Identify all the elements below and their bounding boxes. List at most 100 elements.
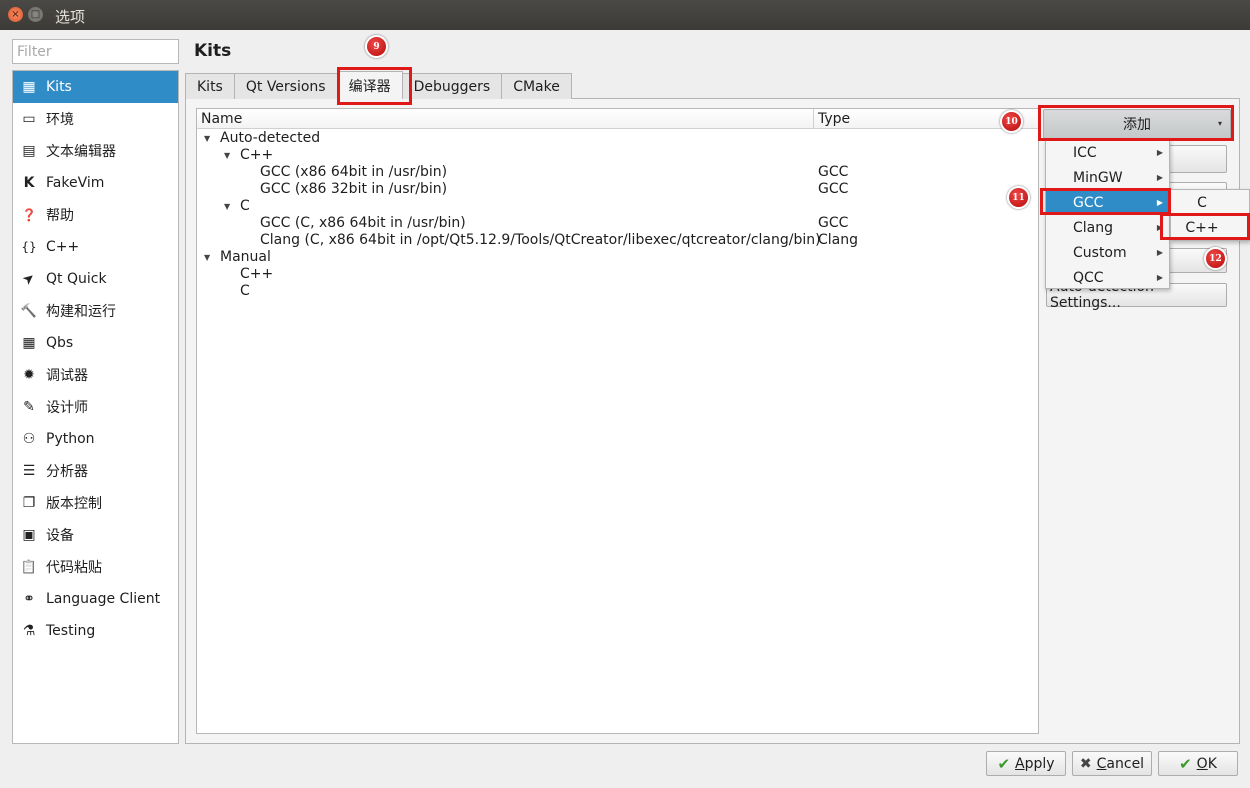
tab-kits[interactable]: Kits — [185, 73, 235, 99]
fakevim-icon: K — [23, 175, 35, 191]
sidebar-item-label: 调试器 — [46, 368, 88, 384]
sidebar-item-analyzer[interactable]: ☰ 分析器 — [13, 455, 178, 487]
annotation-box-gcc-item — [1040, 188, 1171, 215]
sidebar-item-label: 设备 — [46, 528, 74, 544]
text-editor-icon: ▤ — [22, 143, 36, 159]
sidebar-item-environment[interactable]: ▭ 环境 — [13, 103, 178, 135]
tree-row-compiler[interactable]: GCC (C, x86 64bit in /usr/bin) GCC — [197, 215, 1038, 232]
sidebar-item-label: Python — [46, 431, 95, 447]
sidebar-item-label: 环境 — [46, 112, 74, 128]
sidebar-item-label: Kits — [46, 79, 72, 95]
expand-arrow-icon[interactable]: ▼ — [204, 130, 210, 147]
expand-arrow-icon[interactable]: ▼ — [224, 198, 230, 215]
tree-row-auto-c[interactable]: ▼ C — [197, 198, 1038, 215]
tree-row-manual-c[interactable]: C — [197, 283, 1038, 300]
sidebar-item-label: 设计师 — [46, 400, 88, 416]
options-category-list[interactable]: ▦ Kits ▭ 环境 ▤ 文本编辑器 K FakeVim ❓ 帮助 {} C+… — [12, 70, 179, 744]
qbs-icon: ▦ — [22, 335, 36, 351]
submenu-arrow-icon: ▶ — [1156, 248, 1163, 257]
tree-row-type: GCC — [818, 215, 849, 231]
window-titlebar: × □ 选项 — [0, 0, 1250, 30]
kits-icon: ▦ — [22, 79, 36, 95]
apply-button[interactable]: ✔ Apply — [986, 751, 1066, 776]
compiler-tree[interactable]: Name Type ▼ Auto-detected ▼ C++ GCC (x86… — [196, 108, 1039, 734]
menu-item-qcc[interactable]: QCC ▶ — [1046, 265, 1169, 290]
column-header-name[interactable]: Name — [201, 111, 242, 127]
tab-cmake[interactable]: CMake — [501, 73, 572, 99]
tree-row-label: Manual — [220, 249, 271, 265]
tab-debuggers[interactable]: Debuggers — [401, 73, 503, 99]
tree-row-type: GCC — [818, 164, 849, 180]
tree-row-label: Clang (C, x86 64bit in /opt/Qt5.12.9/Too… — [260, 232, 821, 248]
tree-row-label: Auto-detected — [220, 130, 321, 146]
tree-row-label: C++ — [240, 147, 274, 163]
sidebar-item-label: 版本控制 — [46, 496, 102, 512]
tree-row-type: Clang — [818, 232, 859, 248]
tree-row-label: C++ — [240, 266, 274, 282]
sidebar-item-language-client[interactable]: ⚭ Language Client — [13, 583, 178, 615]
sidebar-item-kits[interactable]: ▦ Kits — [13, 71, 178, 103]
ok-button[interactable]: ✔ OK — [1158, 751, 1238, 776]
annotation-badge-10: 10 — [1000, 110, 1023, 133]
sidebar-item-code-paste[interactable]: 📋 代码粘贴 — [13, 551, 178, 583]
tree-row-compiler[interactable]: Clang (C, x86 64bit in /opt/Qt5.12.9/Too… — [197, 232, 1038, 249]
tab-qt-versions[interactable]: Qt Versions — [233, 73, 338, 99]
sidebar-item-qt-quick[interactable]: ➤ Qt Quick — [13, 263, 178, 295]
tree-row-label: GCC (x86 64bit in /usr/bin) — [260, 164, 448, 180]
expand-arrow-icon[interactable]: ▼ — [224, 147, 230, 164]
menu-item-label: ICC — [1073, 144, 1097, 161]
tree-row-type: GCC — [818, 181, 849, 197]
sidebar-item-devices[interactable]: ▣ 设备 — [13, 519, 178, 551]
sidebar-item-build-run[interactable]: 🔨 构建和运行 — [13, 295, 178, 327]
sidebar-item-testing[interactable]: ⚗ Testing — [13, 615, 178, 647]
tree-row-compiler[interactable]: GCC (x86 64bit in /usr/bin) GCC — [197, 164, 1038, 181]
sidebar-item-label: 帮助 — [46, 208, 74, 224]
menu-item-icc[interactable]: ICC ▶ — [1046, 140, 1169, 165]
sidebar-item-cpp[interactable]: {} C++ — [13, 231, 178, 263]
flask-icon: ⚗ — [22, 623, 36, 639]
tree-row-manual-cpp[interactable]: C++ — [197, 266, 1038, 283]
menu-item-clang[interactable]: Clang ▶ — [1046, 215, 1169, 240]
cancel-button[interactable]: ✖ Cancel — [1072, 751, 1152, 776]
qt-quick-icon: ➤ — [19, 269, 39, 289]
sidebar-item-designer[interactable]: ✎ 设计师 — [13, 391, 178, 423]
sidebar-item-label: C++ — [46, 239, 80, 255]
annotation-box-cpp-item — [1160, 213, 1250, 240]
tree-row-auto-cpp[interactable]: ▼ C++ — [197, 147, 1038, 164]
submenu-item-c[interactable]: C — [1171, 190, 1249, 215]
menu-item-mingw[interactable]: MinGW ▶ — [1046, 165, 1169, 190]
sidebar-item-version-control[interactable]: ❐ 版本控制 — [13, 487, 178, 519]
sidebar-item-qbs[interactable]: ▦ Qbs — [13, 327, 178, 359]
column-header-type[interactable]: Type — [818, 111, 850, 127]
sidebar-item-help[interactable]: ❓ 帮助 — [13, 199, 178, 231]
version-control-icon: ❐ — [22, 495, 36, 511]
submenu-arrow-icon: ▶ — [1156, 173, 1163, 182]
monitor-icon: ▭ — [22, 111, 36, 127]
tree-row-compiler[interactable]: GCC (x86 32bit in /usr/bin) GCC — [197, 181, 1038, 198]
submenu-arrow-icon: ▶ — [1156, 273, 1163, 282]
tree-row-label: GCC (x86 32bit in /usr/bin) — [260, 181, 448, 197]
cpp-braces-icon: {} — [21, 240, 37, 254]
tree-row-manual[interactable]: ▼ Manual — [197, 249, 1038, 266]
sidebar-item-debugger[interactable]: ✹ 调试器 — [13, 359, 178, 391]
menu-item-label: Clang — [1073, 219, 1114, 236]
menu-item-label: QCC — [1073, 269, 1104, 286]
tree-row-label: C — [240, 198, 250, 214]
sidebar-item-python[interactable]: ⚇ Python — [13, 423, 178, 455]
column-divider[interactable] — [813, 109, 814, 129]
tree-row-label: C — [240, 283, 250, 299]
close-icon: × — [11, 8, 20, 20]
close-window-button[interactable]: × — [8, 7, 23, 22]
sidebar-item-fakevim[interactable]: K FakeVim — [13, 167, 178, 199]
sidebar-item-text-editor[interactable]: ▤ 文本编辑器 — [13, 135, 178, 167]
checkmark-icon: ✔ — [1179, 754, 1192, 773]
annotation-badge-12: 12 — [1204, 247, 1227, 270]
expand-arrow-icon[interactable]: ▼ — [204, 249, 210, 266]
menu-item-label: MinGW — [1073, 169, 1123, 186]
tree-row-auto-detected[interactable]: ▼ Auto-detected — [197, 130, 1038, 147]
menu-item-custom[interactable]: Custom ▶ — [1046, 240, 1169, 265]
maximize-window-button[interactable]: □ — [28, 7, 43, 22]
maximize-icon: □ — [30, 8, 41, 20]
sidebar-item-label: FakeVim — [46, 175, 105, 191]
filter-input[interactable] — [12, 39, 179, 64]
